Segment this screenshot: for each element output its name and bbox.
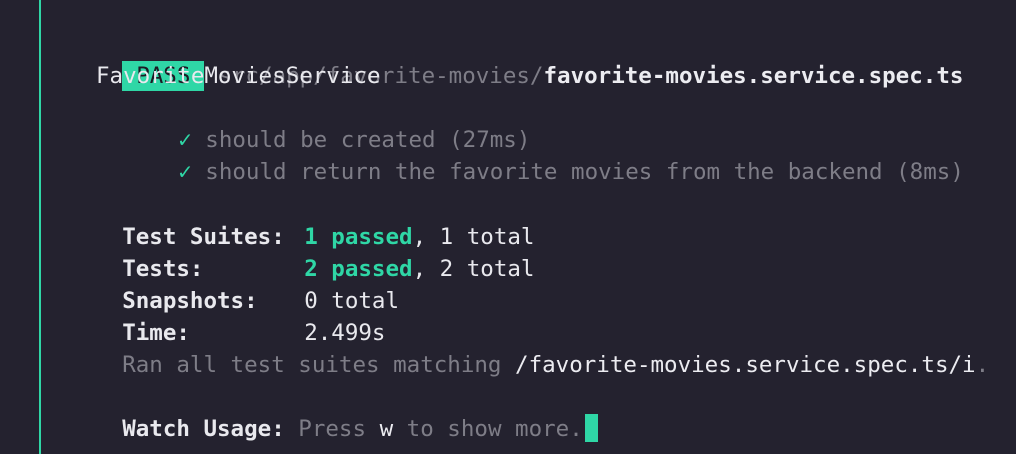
test-file-name: favorite-movies.service.spec.ts — [543, 63, 964, 89]
watch-press: Press — [284, 416, 380, 442]
watch-rest: to show more. — [393, 416, 583, 442]
watch-usage-line: Watch Usage: Press w to show more. — [68, 381, 598, 442]
test-case: ✓ should be created (27ms) — [124, 92, 530, 153]
ran-all-line: Ran all test suites matching /favorite-m… — [68, 317, 989, 378]
terminal-window[interactable]: PASS src/app/favorite-movies/favorite-mov… — [0, 0, 1016, 454]
ran-suffix: . — [975, 352, 990, 378]
tests-total: , 2 total — [412, 256, 535, 282]
ran-pattern: /favorite-movies.service.spec.ts/i — [515, 352, 976, 378]
test-case-label: should return the favorite movies from t… — [205, 159, 964, 185]
suite-name: FavoriteMoviesService — [96, 63, 381, 89]
gutter-divider — [39, 0, 41, 454]
summary-suites: Test Suites: 1 passed, 1 total — [68, 189, 534, 250]
watch-label: Watch Usage: — [122, 416, 285, 442]
test-file-result: PASS src/app/favorite-movies/favorite-mov… — [68, 28, 963, 91]
summary-tests: Tests: 2 passed, 2 total — [68, 221, 534, 282]
test-case: ✓ should return the favorite movies from… — [124, 124, 964, 185]
summary-time: Time: 2.499s — [68, 285, 385, 346]
check-icon: ✓ — [178, 159, 192, 185]
terminal-cursor[interactable] — [584, 414, 598, 442]
watch-key: w — [379, 416, 394, 442]
summary-snapshots: Snapshots: 0 total — [68, 253, 399, 314]
ran-prefix: Ran all test suites matching — [122, 352, 516, 378]
